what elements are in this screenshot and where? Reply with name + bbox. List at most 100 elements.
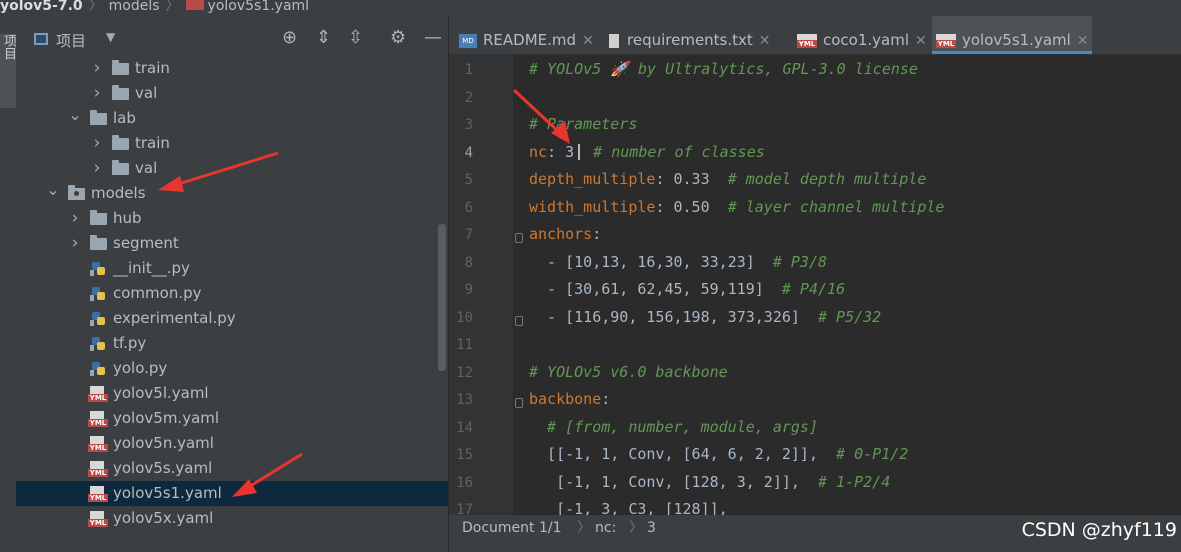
code-area[interactable]: 1 # YOLOv5 🚀 by Ultralytics, GPL-3.0 lice… — [449, 55, 1181, 515]
editor-tab[interactable]: YML coco1.yaml ✕ — [797, 16, 927, 54]
code-value: : 0.50 — [655, 197, 728, 216]
chevron-right-icon[interactable]: › — [68, 231, 82, 256]
code-comment: # YOLOv5 v6.0 backbone — [529, 362, 728, 381]
tree-item[interactable]: __init__.py — [16, 256, 448, 281]
package-folder-icon — [68, 185, 85, 200]
expand-all-icon[interactable]: ⇕ — [316, 28, 331, 48]
chevron-down-icon[interactable]: ⌄ — [68, 106, 82, 124]
folder-icon — [90, 110, 107, 125]
tree-item[interactable]: YML yolov5s1.yaml — [16, 481, 448, 506]
locate-icon[interactable]: ⊕ — [282, 28, 297, 48]
chevron-down-icon[interactable]: ⌄ — [46, 181, 60, 199]
yaml-file-icon: YML — [88, 386, 108, 402]
tree-item[interactable]: YML yolov5n.yaml — [16, 431, 448, 456]
tree-scrollbar[interactable] — [438, 224, 446, 371]
collapse-all-icon[interactable]: ⇳ — [348, 28, 363, 48]
breadcrumb-file-label: yolov5s1.yaml — [207, 0, 310, 14]
tree-item[interactable]: YML yolov5s.yaml — [16, 456, 448, 481]
line-number: 8 — [464, 254, 473, 271]
tree-item[interactable]: yolo.py — [16, 356, 448, 381]
tree-item[interactable]: ⌄ lab — [16, 106, 448, 131]
yaml-file-icon: YML — [88, 511, 108, 527]
tree-item[interactable]: common.py — [16, 281, 448, 306]
tree-item-label: common.py — [113, 284, 202, 302]
tree-next-row — [16, 543, 448, 552]
project-panel-title[interactable]: 项目 — [56, 30, 86, 51]
breadcrumb: yolov5-7.0 〉 models 〉 yolov5s1.yaml — [0, 0, 1181, 16]
chevron-right-icon[interactable]: › — [68, 206, 82, 231]
tree-item-label: tf.py — [113, 334, 147, 352]
tree-item[interactable]: › val — [16, 156, 448, 181]
editor-tab[interactable]: YML yolov5s1.yaml ✕ — [932, 16, 1092, 54]
line-number: 17 — [456, 502, 473, 515]
code-comment: # P3/8 — [772, 252, 828, 271]
tree-item[interactable]: YML yolov5l.yaml — [16, 381, 448, 406]
close-icon[interactable]: ✕ — [1077, 33, 1089, 49]
close-icon[interactable]: ✕ — [915, 33, 927, 49]
project-tool-tab[interactable]: 项目 — [0, 34, 16, 108]
editor-tab[interactable]: MD README.md ✕ — [459, 16, 599, 54]
settings-icon[interactable]: ⚙ — [390, 28, 406, 48]
yaml-file-icon: YML — [88, 411, 108, 427]
tree-item[interactable]: YML yolov5x.yaml — [16, 506, 448, 531]
code-line: width_multiple: 0.50 # layer channel mul… — [529, 198, 944, 216]
tree-item-label: yolov5s1.yaml — [113, 484, 222, 502]
code-key: depth_multiple — [529, 170, 656, 188]
fold-marker-icon[interactable] — [515, 398, 523, 408]
chevron-right-icon[interactable]: › — [90, 81, 104, 106]
breadcrumb-project[interactable]: yolov5-7.0 — [0, 0, 83, 13]
code-comment: # layer channel multiple — [727, 197, 945, 216]
tree-item[interactable]: › val — [16, 81, 448, 106]
markdown-file-icon: MD — [459, 33, 477, 48]
tree-item[interactable]: ⌄ models — [16, 181, 448, 206]
code-comment: # model depth multiple — [727, 170, 927, 188]
python-file-icon — [90, 261, 106, 277]
tree-item[interactable]: › train — [16, 131, 448, 156]
tree-item[interactable]: YML yolov5m.yaml — [16, 406, 448, 431]
project-tool-tab-label: 项目 — [1, 34, 16, 60]
tree-item-label: models — [91, 184, 146, 202]
tree-item[interactable]: tf.py — [16, 331, 448, 356]
tree-item-label: experimental.py — [113, 309, 236, 327]
tree-item[interactable]: experimental.py — [16, 306, 448, 331]
hide-icon[interactable]: — — [424, 28, 442, 48]
yaml-file-icon: YML — [797, 33, 817, 48]
breadcrumb-folder[interactable]: models — [109, 0, 160, 13]
python-file-icon — [90, 286, 106, 302]
line-number: 11 — [456, 337, 473, 353]
tree-item-label: yolov5x.yaml — [113, 509, 214, 527]
tree-item[interactable]: › segment — [16, 231, 448, 256]
tree-item-label: lab — [113, 109, 136, 127]
code-line: # YOLOv5 v6.0 backbone — [529, 363, 728, 381]
tree-item-label: hub — [113, 209, 142, 227]
tree-item-label: segment — [113, 234, 179, 252]
code-value: [[-1, 1, Conv, [64, 6, 2, 2]], — [529, 445, 837, 463]
yaml-file-icon: YML — [88, 461, 108, 477]
tree-item-label: train — [135, 59, 170, 77]
close-icon[interactable]: ✕ — [582, 33, 594, 49]
tree-item[interactable]: › hub — [16, 206, 448, 231]
code-comment: # 0-P1/2 — [836, 445, 909, 463]
chevron-right-icon[interactable]: › — [90, 131, 104, 156]
tree-item-label: __init__.py — [113, 259, 190, 277]
breadcrumb-file[interactable]: yolov5s1.yaml — [185, 0, 310, 14]
editor-tab[interactable]: requirements.txt ✕ — [609, 16, 787, 54]
line-number: 9 — [464, 282, 473, 298]
code-value: [-1, 3, C3, [128]], — [529, 500, 728, 515]
line-number: 5 — [464, 172, 473, 188]
chevron-right-icon[interactable]: › — [90, 156, 104, 181]
code-line: nc: 3 # number of classes — [529, 143, 765, 161]
breadcrumb-separator: 〉 — [88, 0, 103, 14]
line-number: 2 — [464, 89, 473, 106]
tree-item[interactable]: › train — [16, 56, 448, 81]
key-crumb[interactable]: nc: — [595, 515, 616, 541]
fold-marker-icon[interactable] — [515, 315, 523, 326]
value-crumb[interactable]: 3 — [647, 515, 656, 541]
fold-marker-icon[interactable] — [515, 233, 523, 243]
close-icon[interactable]: ✕ — [759, 33, 771, 49]
chevron-down-icon[interactable]: ▼ — [106, 30, 115, 44]
chevron-right-icon[interactable]: › — [90, 56, 104, 81]
code-line: # YOLOv5 🚀 by Ultralytics, GPL-3.0 licen… — [529, 60, 918, 78]
document-indicator[interactable]: Document 1/1 — [462, 515, 562, 541]
editor-tab-label: requirements.txt — [627, 31, 753, 49]
